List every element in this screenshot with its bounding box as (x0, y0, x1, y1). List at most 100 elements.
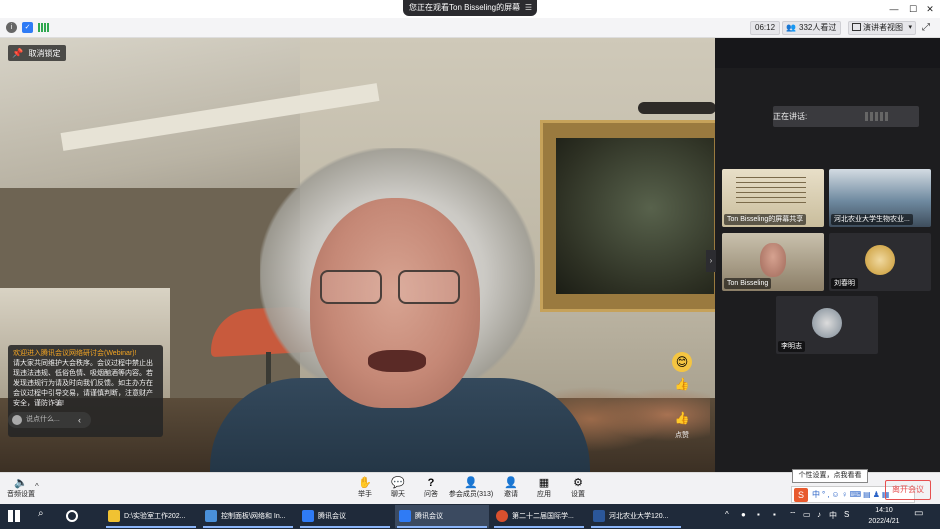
pipe-object (638, 102, 715, 114)
chevron-down-icon: ▾ (908, 24, 912, 31)
taskbar-item-label: 第二十二届国际学... (512, 513, 574, 520)
apps-button[interactable]: ▦ 应用 (531, 476, 557, 500)
people-icon: 👥 (786, 23, 796, 32)
tooltip: 个性设置，点我看看 (792, 469, 868, 483)
settings-label: 设置 (571, 491, 585, 498)
meeting-timer: 06:12 (750, 21, 781, 35)
main-video[interactable]: 📌 取消锁定 欢迎进入腾讯会议网络研讨会(Webinar)! 请大家共同维护大会… (0, 38, 715, 472)
share-banner-text: 您正在观看Ton Bisseling的屏幕 (409, 3, 521, 12)
speaker-thumb-face (760, 243, 786, 277)
signal-icon[interactable] (38, 23, 49, 32)
taskbar-item-label: 控制面板\网络和 In... (221, 513, 286, 520)
sogou-tray-icon[interactable]: S (844, 510, 849, 519)
taskbar-item[interactable]: D:\实验室工作202... (104, 505, 198, 528)
attendee-count: 332人看过 (799, 23, 837, 32)
view-mode-dropdown[interactable]: 演讲者视图 ▾ (848, 21, 916, 35)
taskbar-item[interactable]: 控制面板\网络和 In... (201, 505, 295, 528)
settings-button[interactable]: ⚙ 设置 (565, 476, 591, 500)
chat-button[interactable]: 💬 聊天 (385, 476, 411, 500)
qa-label: 问答 (424, 491, 438, 498)
avatar (812, 308, 842, 338)
qa-icon: ? (427, 477, 435, 489)
members-button[interactable]: 👤 参会成员(313) (448, 476, 494, 500)
app-tray-icon[interactable]: ▪ (757, 510, 760, 519)
like-icon[interactable]: 👍 (672, 408, 692, 428)
notice-body: 请大家共同维护大会秩序。会议过程中禁止出现违法违规、低俗色情、吸烟酗酒等内容。若… (13, 360, 153, 407)
emoji-reaction-icon[interactable]: 😊 (672, 352, 692, 372)
chevron-left-icon[interactable]: ‹ (78, 415, 81, 425)
speaker-mouth (368, 350, 426, 372)
glasses-left (320, 270, 382, 304)
chat-icon: 💬 (391, 477, 405, 489)
audio-wave-icon (865, 112, 889, 121)
speaking-label: 正在讲话: (773, 112, 808, 121)
leave-meeting-button[interactable]: 离开会议 (885, 480, 931, 500)
ime-language[interactable]: 中 (829, 510, 837, 521)
maximize-icon[interactable]: ☐ (905, 1, 921, 17)
tile-name: Ton Bisseling的屏幕共享 (724, 214, 807, 225)
unpin-button[interactable]: 📌 取消锁定 (8, 45, 67, 61)
video-tile[interactable]: Ton Bisseling (722, 233, 824, 291)
taskbar-item-label: D:\实验室工作202... (124, 513, 186, 520)
video-tile[interactable]: Ton Bisseling的屏幕共享 (722, 169, 824, 227)
ime-tools: 中°,☺♀⌨▤♟▦ (812, 490, 892, 499)
chevron-up-icon[interactable]: ^ (725, 510, 729, 519)
close-icon[interactable]: ✕ (922, 1, 938, 17)
apps-label: 应用 (537, 491, 551, 498)
pin-icon: 📌 (12, 48, 24, 58)
attendee-count-button[interactable]: 👥 332人看过 (782, 21, 842, 35)
speaking-indicator: 正在讲话: (773, 106, 919, 127)
tile-name: 李明志 (778, 341, 805, 352)
tile-name: 河北农业大学生物农业... (831, 214, 913, 225)
taskbar-item[interactable]: 河北农业大学120... (589, 505, 683, 528)
invite-icon: 👤 (504, 477, 518, 489)
tile-name: Ton Bisseling (724, 278, 772, 289)
thumbs-icon[interactable]: 👍 (672, 374, 692, 394)
clock-time: 14:10 (875, 507, 893, 514)
powerpoint-icon (496, 510, 508, 522)
notice-title: 欢迎进入腾讯会议网络研讨会(Webinar)! (13, 350, 137, 357)
fullscreen-icon[interactable]: ⤢ (922, 22, 930, 33)
raise-hand-button[interactable]: ✋ 举手 (352, 476, 378, 500)
audio-settings-button[interactable]: 🔈 音频设置 (4, 476, 38, 500)
meeting-tray-icon[interactable]: ▪ (773, 510, 776, 519)
task-view-icon[interactable] (66, 510, 78, 522)
video-tile[interactable]: 刘春明 (829, 233, 931, 291)
folder-icon (108, 510, 120, 522)
minimize-icon[interactable]: — (886, 1, 902, 17)
panel-header (715, 38, 940, 68)
layout-icon (852, 23, 861, 31)
unpin-label: 取消锁定 (28, 49, 61, 58)
audio-settings-button[interactable] (4, 4, 38, 32)
taskbar-item[interactable]: 腾讯会议 (395, 505, 489, 528)
battery-icon[interactable]: ▭ (803, 510, 811, 519)
taskbar-item[interactable]: 腾讯会议 (298, 505, 392, 528)
raise-hand-label: 举手 (358, 491, 372, 498)
search-icon[interactable]: ⌕ (38, 508, 44, 519)
windows-start-icon[interactable] (8, 510, 20, 522)
glasses-right (398, 270, 460, 304)
tile-name: 刘春明 (831, 278, 858, 289)
chevron-right-icon[interactable]: › (706, 250, 716, 272)
invite-label: 邀请 (504, 491, 518, 498)
security-icon[interactable]: ● (741, 510, 746, 519)
taskbar-item-label: 河北农业大学120... (609, 513, 669, 520)
speaker-icon: 🔈 (14, 477, 28, 489)
qa-button[interactable]: ? 问答 (418, 476, 444, 500)
taskbar-item[interactable]: 第二十二届国际学... (492, 505, 586, 528)
taskbar-item-label: 腾讯会议 (415, 513, 443, 520)
taskbar-clock[interactable]: 14:10 2022/4/21 (860, 505, 908, 527)
banner-menu-icon[interactable]: ☰ (525, 0, 532, 16)
video-tile[interactable]: 河北农业大学生物农业... (829, 169, 931, 227)
wifi-icon[interactable]: ⌔ (789, 510, 797, 520)
tencent-meeting-icon (399, 510, 411, 522)
invite-button[interactable]: 👤 邀请 (498, 476, 524, 500)
tencent-meeting-icon (302, 510, 314, 522)
screen-share-banner[interactable]: 您正在观看Ton Bisseling的屏幕 ☰ (403, 0, 537, 16)
chat-placeholder: 说点什么... (26, 416, 60, 423)
video-tile[interactable]: 李明志 (776, 296, 878, 354)
volume-icon[interactable]: ♪ (817, 510, 821, 519)
view-mode-label: 演讲者视图 (863, 23, 903, 32)
notification-icon[interactable]: ▭ (914, 508, 923, 519)
chevron-up-icon[interactable]: ^ (35, 482, 39, 491)
